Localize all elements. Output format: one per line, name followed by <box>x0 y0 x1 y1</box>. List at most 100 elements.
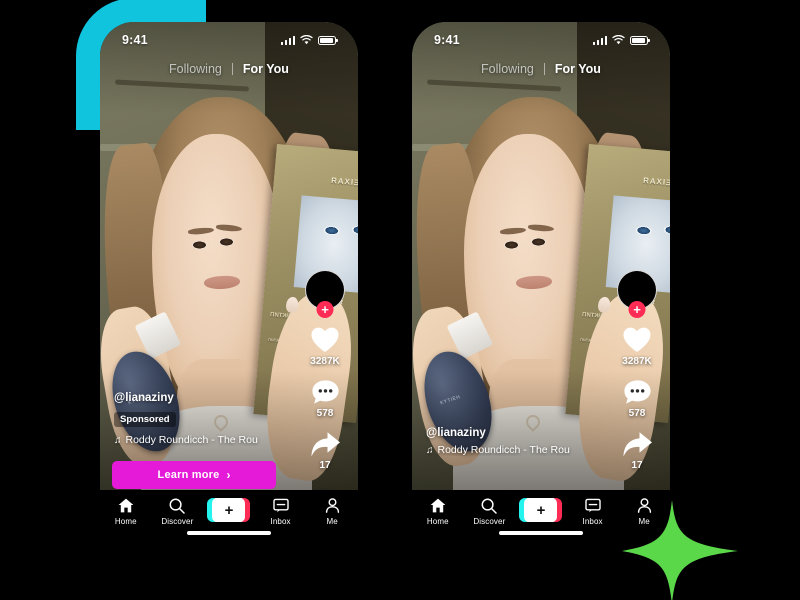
home-indicator <box>187 531 271 535</box>
nav-label-home: Home <box>426 517 449 526</box>
music-row[interactable]: ♫ Roddy Roundicch - The Rou <box>114 434 304 446</box>
inbox-message-icon <box>584 497 601 514</box>
wifi-icon <box>612 35 625 45</box>
chevron-right-icon: › <box>226 468 231 482</box>
comment-control[interactable]: 578 <box>311 379 340 431</box>
home-icon <box>118 497 134 514</box>
comment-count: 578 <box>316 408 334 419</box>
create-button[interactable]: + <box>519 498 563 522</box>
phone-screen-left: KYTIEH ЯЕIXAЯ ЯЕIXAЯ ИМАЯКТИП ИМАЯКТИП <box>100 22 358 544</box>
status-time: 9:41 <box>434 33 460 47</box>
box-brand-text: ЯЕIXAЯ <box>641 176 670 189</box>
avatar-with-follow[interactable]: + <box>617 270 657 318</box>
status-indicators <box>592 35 650 45</box>
nav-label-me: Me <box>638 517 650 526</box>
search-icon <box>481 497 498 514</box>
music-note-icon: ♫ <box>426 444 434 456</box>
nav-label-inbox: Inbox <box>582 517 603 526</box>
tab-separator <box>543 63 545 75</box>
phone-mockup-right: KYTIEH ЯЕIXAЯ ЯЕIXAЯ ИМАЯКТИП ИМАЯКТИП <box>412 22 670 544</box>
nav-item-create[interactable]: + <box>206 497 252 522</box>
share-count: 17 <box>319 460 331 471</box>
top-tab-bar: Following For You <box>412 62 670 76</box>
learn-more-label: Learn more <box>157 469 220 481</box>
nav-item-discover[interactable]: Discover <box>466 497 512 526</box>
music-title: Roddy Roundicch - The Rou <box>125 434 258 446</box>
eye-left <box>503 241 519 249</box>
creator-handle[interactable]: @lianaziny <box>426 427 616 439</box>
share-control[interactable]: 17 <box>310 431 341 483</box>
nav-item-inbox[interactable]: Inbox <box>570 497 616 526</box>
box-photo-eye-right <box>663 225 670 236</box>
music-title: Roddy Roundicch - The Rou <box>437 444 570 456</box>
phone-screen-right: KYTIEH ЯЕIXAЯ ЯЕIXAЯ ИМАЯКТИП ИМАЯКТИП <box>412 22 670 544</box>
nav-item-home[interactable]: Home <box>415 497 461 526</box>
home-indicator <box>499 531 583 535</box>
nav-item-discover[interactable]: Discover <box>154 497 200 526</box>
share-arrow-icon[interactable] <box>622 431 653 458</box>
create-plus-icon: + <box>212 498 246 522</box>
music-note-icon: ♫ <box>114 434 122 446</box>
eye-right <box>530 238 546 247</box>
box-photo-eye-right <box>351 225 358 236</box>
create-button[interactable]: + <box>207 498 251 522</box>
follow-button[interactable]: + <box>316 301 334 318</box>
canvas: KYTIEH ЯЕIXAЯ ЯЕIXAЯ ИМАЯКТИП ИМАЯКТИП <box>0 0 800 600</box>
wifi-icon <box>300 35 313 45</box>
nav-label-inbox: Inbox <box>270 517 291 526</box>
creator-handle[interactable]: @lianaziny <box>114 392 304 404</box>
like-control[interactable]: 3287K <box>310 326 340 379</box>
comment-control[interactable]: 578 <box>623 379 652 431</box>
box-photo-eye-left <box>635 225 653 236</box>
nav-item-home[interactable]: Home <box>103 497 149 526</box>
comment-count: 578 <box>628 408 646 419</box>
like-control[interactable]: 3287K <box>622 326 652 379</box>
interaction-rail: + 3287K 578 17 <box>612 270 662 527</box>
nav-item-create[interactable]: + <box>518 497 564 522</box>
caption-block: @lianaziny ♫ Roddy Roundicch - The Rou <box>426 427 616 456</box>
caption-block: @lianaziny Sponsored ♫ Roddy Roundicch -… <box>114 392 304 446</box>
music-row[interactable]: ♫ Roddy Roundicch - The Rou <box>426 444 616 456</box>
share-count: 17 <box>631 460 643 471</box>
cellular-signal-icon <box>592 35 607 45</box>
status-time: 9:41 <box>122 33 148 47</box>
tab-following[interactable]: Following <box>481 62 534 76</box>
eyebrow-left <box>499 226 526 236</box>
share-control[interactable]: 17 <box>622 431 653 483</box>
heart-icon[interactable] <box>310 326 340 354</box>
eyebrow-left <box>187 226 214 236</box>
follow-button[interactable]: + <box>628 301 646 318</box>
inbox-message-icon <box>272 497 289 514</box>
person-icon <box>637 497 652 514</box>
interaction-rail: + 3287K 578 17 <box>300 270 350 527</box>
eyebrow-right <box>527 224 555 233</box>
nav-item-me[interactable]: Me <box>309 497 355 526</box>
comment-icon[interactable] <box>311 379 340 406</box>
lips <box>516 275 553 291</box>
tab-for-you[interactable]: For You <box>555 62 601 76</box>
bottom-nav-bar: Home Discover + Inbox Me <box>412 490 670 544</box>
box-brand-text: ЯЕIXAЯ <box>329 176 358 189</box>
comment-icon[interactable] <box>623 379 652 406</box>
like-count: 3287K <box>622 356 652 367</box>
tab-following[interactable]: Following <box>169 62 222 76</box>
eyebrow-right <box>215 224 243 233</box>
lips <box>204 275 241 291</box>
like-count: 3287K <box>310 356 340 367</box>
product-compact-label: KYTIEH <box>440 394 462 407</box>
tab-for-you[interactable]: For You <box>243 62 289 76</box>
heart-icon[interactable] <box>622 326 652 354</box>
status-bar: 9:41 <box>100 22 358 52</box>
nav-label-home: Home <box>114 517 137 526</box>
bottom-nav-bar: Home Discover + Inbox Me <box>100 490 358 544</box>
learn-more-button[interactable]: Learn more › <box>112 461 276 489</box>
tab-separator <box>231 63 233 75</box>
nav-item-me[interactable]: Me <box>621 497 667 526</box>
nav-item-inbox[interactable]: Inbox <box>258 497 304 526</box>
battery-icon <box>318 35 338 45</box>
eye-left <box>191 241 207 249</box>
share-arrow-icon[interactable] <box>310 431 341 458</box>
cellular-signal-icon <box>280 35 295 45</box>
phone-mockup-left: KYTIEH ЯЕIXAЯ ЯЕIXAЯ ИМАЯКТИП ИМАЯКТИП <box>100 22 358 544</box>
avatar-with-follow[interactable]: + <box>305 270 345 318</box>
